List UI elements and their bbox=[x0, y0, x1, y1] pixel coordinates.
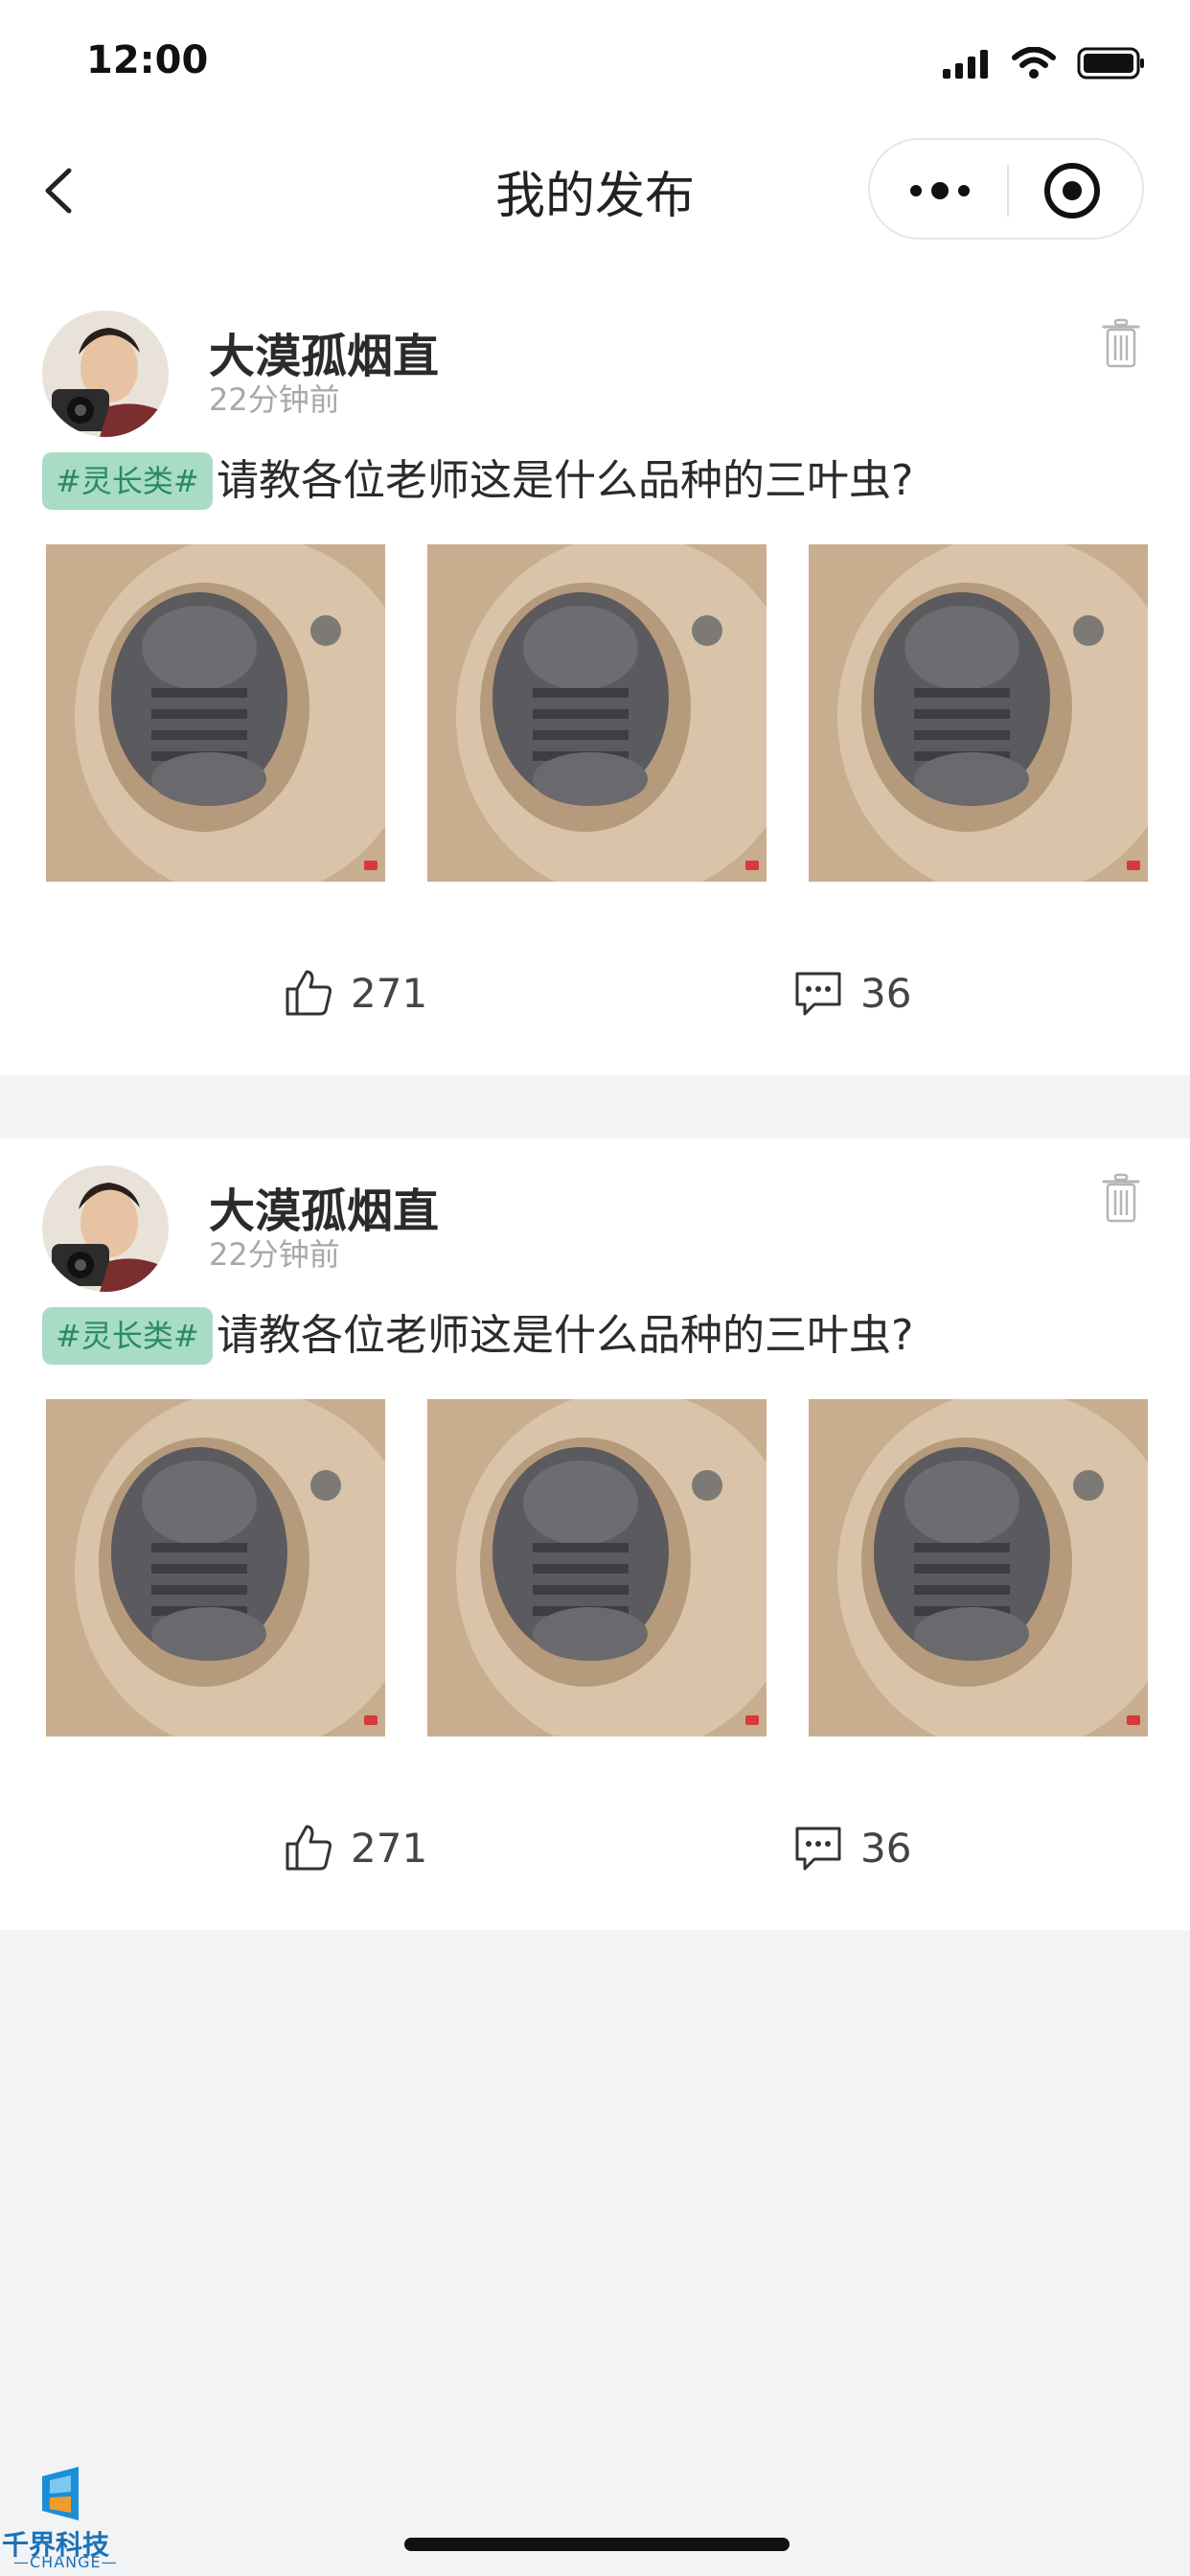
comment-count: 36 bbox=[860, 969, 912, 1017]
post-card: 大漠孤烟直 22分钟前 #灵长类# 请教各位老师这是什么品种的三叶虫? 271 … bbox=[0, 284, 1190, 1075]
comment-icon bbox=[795, 972, 841, 1016]
top-bar: 12:00 我的发布 bbox=[0, 0, 1190, 284]
topic-tag[interactable]: #灵长类# bbox=[42, 452, 213, 510]
thumbs-up-icon bbox=[286, 970, 332, 1016]
comment-button[interactable]: 36 bbox=[793, 966, 911, 1020]
trilobite-photo[interactable] bbox=[427, 1399, 767, 1736]
brand-subtitle: —CHANGE— bbox=[13, 2553, 118, 2571]
topic-tag[interactable]: #灵长类# bbox=[42, 1307, 213, 1365]
wifi-icon bbox=[1012, 47, 1056, 79]
signal-icon bbox=[943, 50, 988, 79]
more-icon[interactable] bbox=[906, 169, 973, 213]
status-icons bbox=[943, 44, 1146, 82]
trash-icon[interactable] bbox=[1102, 318, 1140, 368]
photo-grid bbox=[46, 544, 1148, 882]
trilobite-photo[interactable] bbox=[427, 544, 767, 882]
status-time: 12:00 bbox=[86, 38, 209, 82]
trilobite-photo[interactable] bbox=[809, 1399, 1148, 1736]
post-time: 22分钟前 bbox=[209, 1236, 340, 1273]
brand-watermark: 千界科技 —CHANGE— bbox=[0, 2453, 125, 2571]
trilobite-photo[interactable] bbox=[46, 1399, 385, 1736]
battery-icon bbox=[1077, 47, 1144, 80]
mini-program-capsule bbox=[868, 138, 1144, 240]
close-target-icon[interactable] bbox=[1042, 161, 1102, 220]
comment-button[interactable]: 36 bbox=[793, 1821, 911, 1874]
post-card: 大漠孤烟直 22分钟前 #灵长类# 请教各位老师这是什么品种的三叶虫? 271 … bbox=[0, 1138, 1190, 1930]
like-button[interactable]: 271 bbox=[284, 966, 427, 1020]
post-content: 请教各位老师这是什么品种的三叶虫? bbox=[217, 456, 914, 505]
navigation-bar: 我的发布 bbox=[0, 134, 1190, 249]
trilobite-photo[interactable] bbox=[809, 544, 1148, 882]
thumbs-up-icon bbox=[286, 1825, 332, 1871]
post-content: 请教各位老师这是什么品种的三叶虫? bbox=[217, 1311, 914, 1360]
like-button[interactable]: 271 bbox=[284, 1821, 427, 1874]
capsule-divider bbox=[1007, 165, 1009, 217]
like-count: 271 bbox=[351, 969, 428, 1017]
trilobite-photo[interactable] bbox=[46, 544, 385, 882]
photo-grid bbox=[46, 1399, 1148, 1736]
comment-count: 36 bbox=[860, 1824, 912, 1872]
comment-icon bbox=[795, 1827, 841, 1871]
brand-logo-icon bbox=[42, 2467, 79, 2520]
like-count: 271 bbox=[351, 1824, 428, 1872]
post-time: 22分钟前 bbox=[209, 381, 340, 418]
trash-icon[interactable] bbox=[1102, 1173, 1140, 1223]
avatar[interactable] bbox=[42, 1165, 169, 1292]
home-indicator[interactable] bbox=[404, 2538, 790, 2551]
avatar[interactable] bbox=[42, 310, 169, 437]
